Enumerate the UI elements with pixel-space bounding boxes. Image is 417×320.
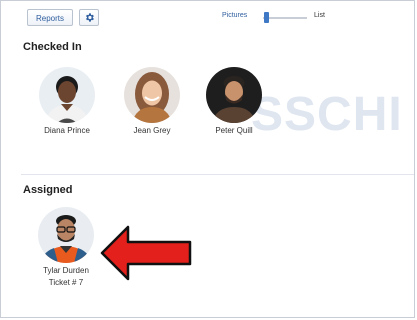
person-card[interactable]: Peter Quill: [194, 67, 274, 135]
ticket-number: Ticket # 7: [48, 278, 84, 287]
checked-in-heading: Checked In: [23, 41, 82, 53]
avatar: [39, 67, 95, 123]
pictures-view-label[interactable]: Pictures: [222, 12, 247, 19]
person-name: Diana Prince: [44, 126, 90, 135]
person-card[interactable]: Tylar Durden Ticket # 7: [26, 207, 106, 287]
view-slider-thumb[interactable]: [264, 12, 269, 23]
list-view-label[interactable]: List: [314, 12, 325, 19]
gear-icon: [84, 13, 95, 25]
person-name: Tylar Durden: [43, 266, 89, 275]
settings-button[interactable]: [79, 9, 99, 26]
view-slider-track[interactable]: [263, 17, 307, 19]
assigned-heading: Assigned: [23, 184, 73, 196]
avatar: [206, 67, 262, 123]
app-frame: Reports Pictures List Checked In SSCHI D…: [0, 0, 415, 318]
section-divider: [21, 174, 414, 175]
reports-button[interactable]: Reports: [27, 9, 73, 26]
person-card[interactable]: Diana Prince: [27, 67, 107, 135]
person-name: Peter Quill: [215, 126, 253, 135]
red-arrow-icon: [100, 225, 192, 281]
person-card[interactable]: Jean Grey: [112, 67, 192, 135]
person-name: Jean Grey: [133, 126, 171, 135]
avatar: [124, 67, 180, 123]
avatar: [38, 207, 94, 263]
